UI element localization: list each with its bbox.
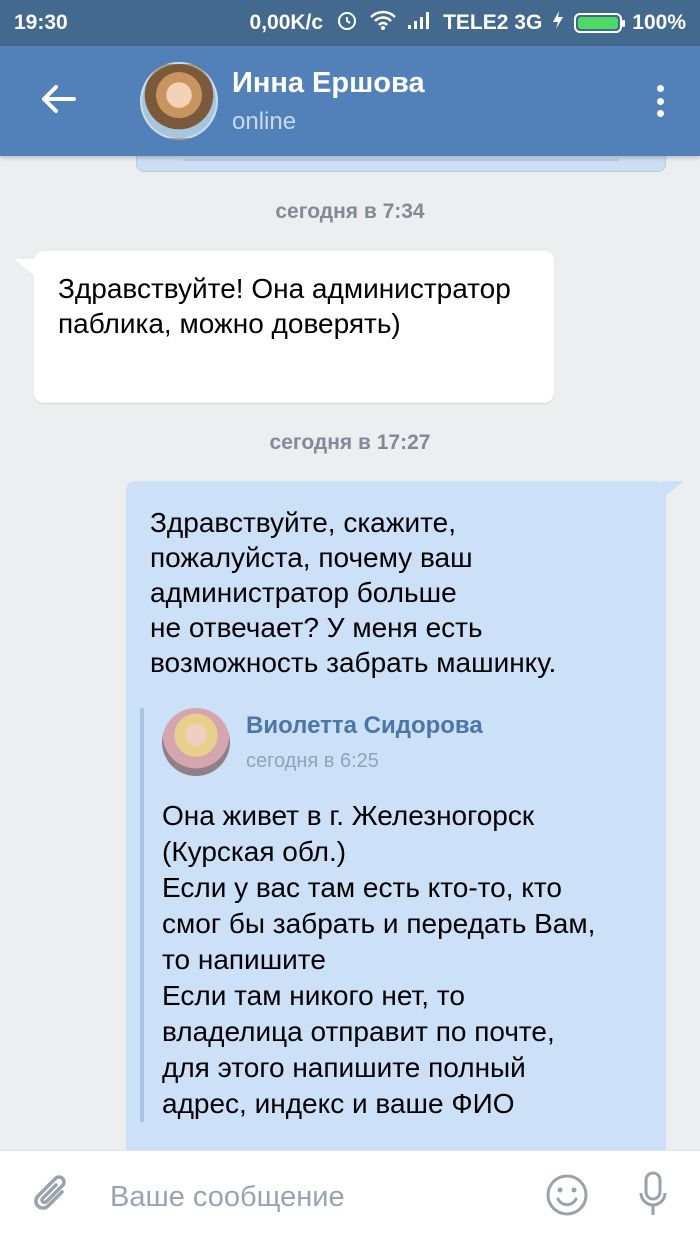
- forwarded-message[interactable]: Виолетта Сидорова сегодня в 6:25 Она жив…: [140, 708, 640, 1122]
- attach-button[interactable]: [30, 1173, 74, 1223]
- paperclip-icon: [32, 1172, 72, 1223]
- microphone-icon: [638, 1171, 668, 1224]
- chat-header: Инна Ершова online: [0, 46, 700, 156]
- status-time: 19:30: [14, 11, 68, 34]
- contact-name: Инна Ершова: [232, 67, 425, 99]
- forwarded-author-name[interactable]: Виолетта Сидорова: [246, 712, 483, 740]
- previous-message-bubble[interactable]: [136, 156, 666, 172]
- incoming-message-text: Здравствуйте! Она администратор паблика,…: [58, 273, 511, 339]
- back-button[interactable]: [28, 71, 88, 131]
- status-carrier: TELE2 3G: [443, 11, 543, 34]
- message-list[interactable]: сегодня в 7:34 Здравствуйте! Она админис…: [0, 156, 700, 1150]
- contact-status: online: [232, 108, 297, 135]
- date-separator: сегодня в 7:34: [275, 200, 425, 223]
- status-battery-level: 100%: [632, 11, 686, 34]
- arrow-left-icon: [40, 84, 76, 119]
- status-bar: 19:30 0,00K/c TELE2 3G 100%: [0, 0, 700, 46]
- more-vertical-icon-dot: [656, 85, 664, 92]
- date-separator: сегодня в 17:27: [269, 431, 431, 454]
- forwarded-author-avatar[interactable]: [162, 708, 230, 776]
- battery-icon: [574, 13, 626, 33]
- charging-icon: [552, 10, 564, 36]
- more-vertical-icon-dot: [656, 97, 664, 105]
- voice-record-button[interactable]: [636, 1171, 670, 1224]
- smile-icon: [545, 1173, 589, 1222]
- wifi-icon: [369, 9, 397, 37]
- forwarded-message-text: Она живет в г. Железногорск (Курская обл…: [162, 800, 596, 1119]
- more-vertical-icon-dot: [656, 110, 664, 117]
- message-composer: [0, 1150, 700, 1244]
- more-menu-button[interactable]: [650, 81, 670, 121]
- signal-icon: [407, 10, 433, 36]
- contact-info[interactable]: Инна Ершова online: [232, 66, 425, 136]
- contact-avatar[interactable]: [140, 62, 218, 140]
- alarm-icon: [335, 8, 359, 38]
- forwarded-message-time: сегодня в 6:25: [246, 749, 379, 772]
- status-net-speed: 0,00K/c: [249, 11, 324, 34]
- message-input[interactable]: [110, 1181, 544, 1214]
- outgoing-message-text: Здравствуйте, скажите, пожалуйста, почем…: [150, 507, 557, 678]
- outgoing-message[interactable]: Здравствуйте, скажите, пожалуйста, почем…: [126, 481, 684, 1150]
- incoming-message[interactable]: Здравствуйте! Она администратор паблика,…: [14, 251, 554, 403]
- emoji-button[interactable]: [544, 1173, 590, 1222]
